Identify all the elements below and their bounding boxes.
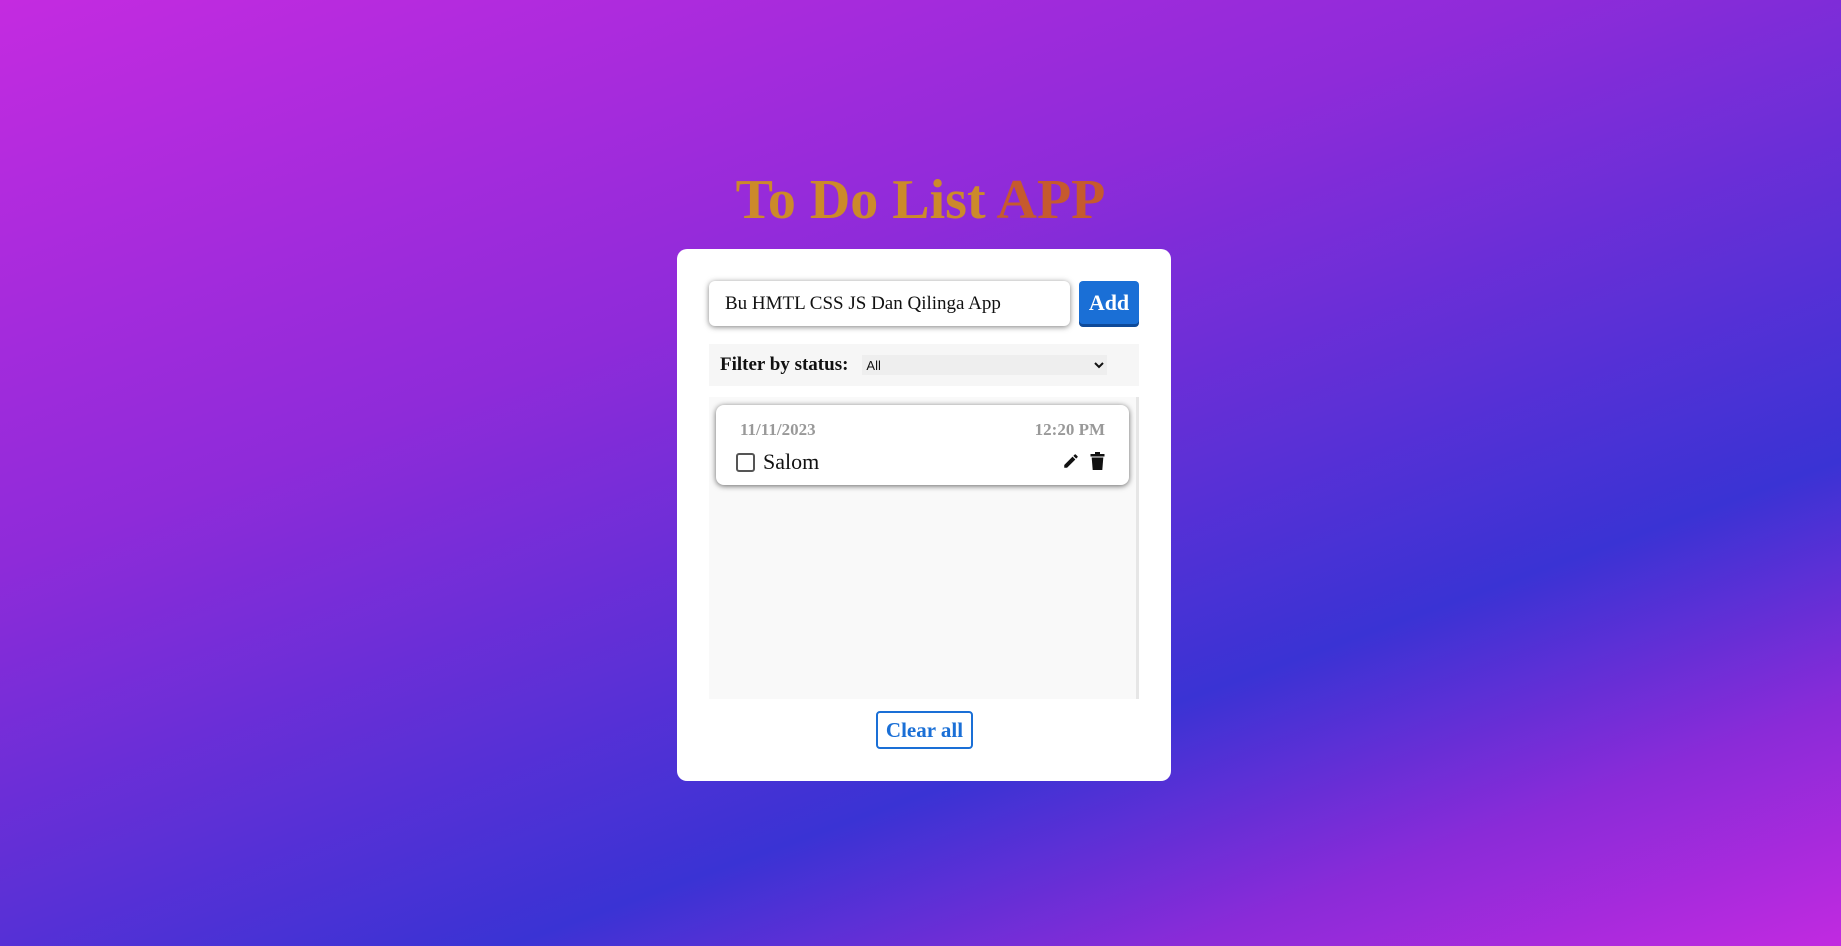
pencil-icon[interactable] (1061, 451, 1081, 471)
status-filter-select[interactable]: All (862, 355, 1108, 375)
add-button[interactable]: Add (1079, 281, 1139, 324)
task-input[interactable] (709, 281, 1070, 326)
filter-label: Filter by status: (720, 354, 849, 375)
trash-icon[interactable] (1087, 451, 1107, 471)
filter-bar: Filter by status: All (709, 344, 1139, 386)
title-main: To Do List (735, 169, 997, 231)
page-title: To Do List APP (0, 168, 1841, 232)
task-time: 12:20 PM (1034, 420, 1105, 439)
clear-all-button[interactable]: Clear all (876, 711, 973, 749)
task-checkbox[interactable] (736, 453, 755, 472)
task-item: 11/11/2023 12:20 PM Salom (716, 405, 1129, 485)
todo-card: Add Filter by status: All 11/11/2023 12:… (677, 249, 1171, 781)
task-date: 11/11/2023 (740, 420, 816, 439)
task-list: 11/11/2023 12:20 PM Salom (709, 397, 1139, 699)
title-app: APP (996, 169, 1106, 231)
task-text: Salom (763, 449, 820, 474)
